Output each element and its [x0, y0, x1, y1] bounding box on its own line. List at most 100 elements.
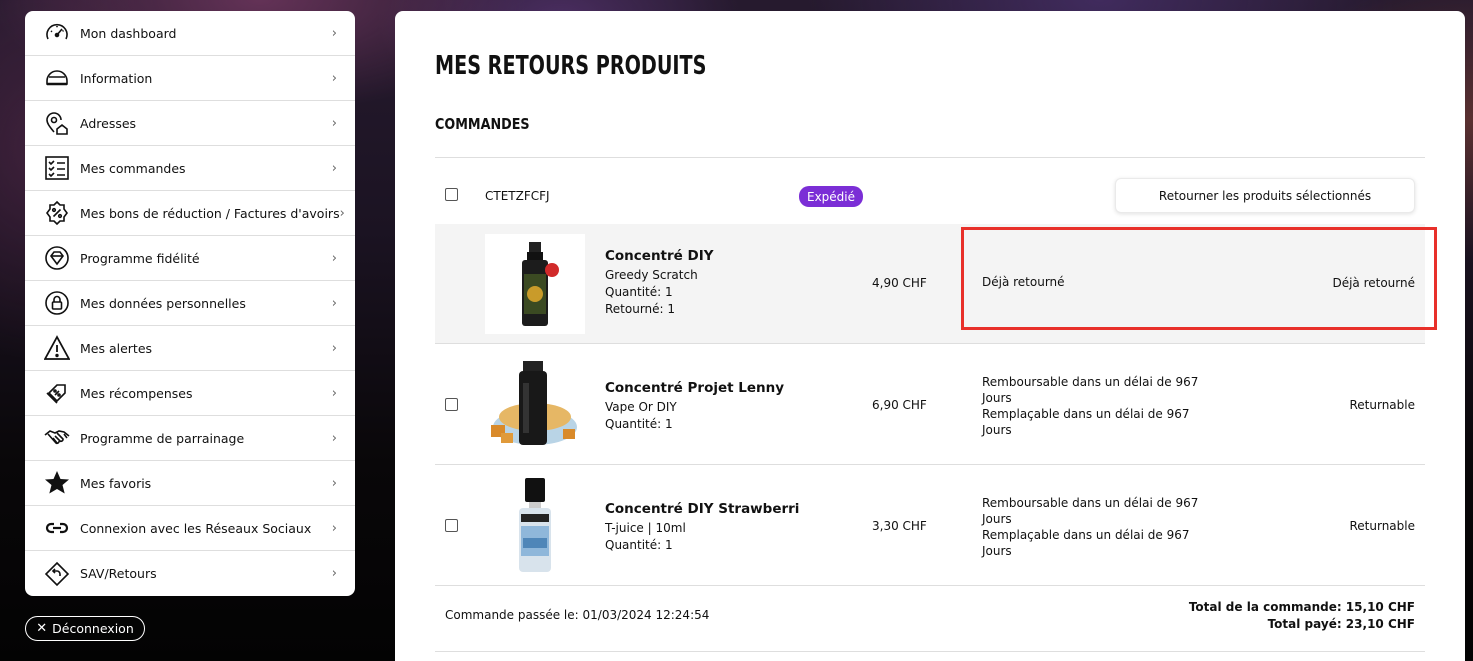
sidebar-item-label: Mes alertes	[80, 340, 153, 356]
logout-label: Déconnexion	[52, 621, 134, 636]
coupon-icon	[44, 380, 70, 406]
product-name[interactable]: Concentré Projet Lenny	[605, 380, 784, 396]
sidebar-item-referral[interactable]: Programme de parrainage ›	[25, 416, 355, 461]
sidebar-item-loyalty[interactable]: Programme fidélité ›	[25, 236, 355, 281]
return-info-line: Jours	[982, 512, 1012, 526]
product-name[interactable]: Concentré DIY Strawberri	[605, 501, 799, 517]
gauge-icon	[44, 20, 70, 46]
return-info: Remboursable dans un délai de 967 Jours …	[982, 374, 1198, 438]
return-info-line: Remboursable dans un délai de 967	[982, 496, 1199, 510]
divider	[435, 464, 1425, 465]
bottle-icon	[491, 361, 577, 445]
product-image	[485, 476, 585, 576]
returns-panel: MES RETOURS PRODUITS COMMANDES CTETZFCFJ…	[395, 11, 1465, 661]
product-brand: Greedy Scratch	[605, 268, 698, 282]
product-price: 6,90 CHF	[872, 398, 927, 412]
return-status: Returnable	[1349, 398, 1415, 412]
return-info: Remboursable dans un délai de 967 Jours …	[982, 495, 1198, 559]
sidebar-item-information[interactable]: Information ›	[25, 56, 355, 101]
product-checkbox[interactable]	[445, 398, 458, 411]
product-quantity: Quantité: 1	[605, 417, 673, 431]
divider	[435, 585, 1425, 586]
product-brand: Vape Or DIY	[605, 400, 677, 414]
product-returned: Retourné: 1	[605, 302, 676, 316]
close-icon: ✕	[36, 621, 48, 636]
sidebar-item-favorites[interactable]: Mes favoris ›	[25, 461, 355, 506]
return-icon	[44, 561, 70, 587]
product-price: 4,90 CHF	[872, 276, 927, 290]
product-row: Concentré DIY Strawberri T-juice | 10ml …	[435, 466, 1425, 586]
return-info-line: Remplaçable dans un délai de 967	[982, 407, 1190, 421]
status-badge: Expédié	[799, 186, 864, 207]
sidebar-item-vouchers[interactable]: Mes bons de réduction / Factures d'avoir…	[25, 191, 355, 236]
bottle-icon	[522, 242, 559, 326]
sidebar-item-label: Mes récompenses	[80, 385, 193, 401]
section-title: COMMANDES	[435, 115, 530, 133]
account-sidebar: Mon dashboard › Information › Adresses ›…	[25, 11, 355, 596]
divider	[435, 343, 1425, 344]
product-quantity: Quantité: 1	[605, 285, 673, 299]
checklist-icon	[44, 155, 70, 181]
order-date: Commande passée le: 01/03/2024 12:24:54	[445, 608, 710, 622]
return-info-line: Jours	[982, 391, 1012, 405]
sidebar-item-personal-data[interactable]: Mes données personnelles ›	[25, 281, 355, 326]
warning-icon	[44, 335, 70, 361]
chevron-right-icon: ›	[331, 70, 337, 86]
product-brand: T-juice | 10ml	[605, 521, 686, 535]
sidebar-item-label: Programme de parrainage	[80, 430, 245, 446]
product-name[interactable]: Concentré DIY	[605, 248, 714, 264]
diamond-icon	[44, 245, 70, 271]
chevron-right-icon: ›	[331, 25, 337, 41]
product-price: 3,30 CHF	[872, 519, 927, 533]
select-all-checkbox[interactable]	[445, 188, 458, 201]
logout-button[interactable]: ✕ Déconnexion	[25, 616, 145, 641]
handshake-icon	[44, 425, 70, 451]
product-checkbox[interactable]	[445, 519, 458, 532]
lock-icon	[44, 290, 70, 316]
order-totals: Total de la commande: 15,10 CHF Total pa…	[1189, 599, 1415, 633]
bottle-icon	[519, 478, 551, 572]
sidebar-item-orders[interactable]: Mes commandes ›	[25, 146, 355, 191]
star-icon	[44, 470, 70, 496]
chevron-right-icon: ›	[331, 160, 337, 176]
return-info-line: Jours	[982, 423, 1012, 437]
paid-total: Total payé: 23,10 CHF	[1267, 617, 1415, 631]
return-selected-button[interactable]: Retourner les produits sélectionnés	[1115, 178, 1415, 213]
sidebar-item-label: Mes données personnelles	[80, 295, 246, 311]
sidebar-item-label: Mes bons de réduction / Factures d'avoir…	[80, 205, 340, 221]
chevron-right-icon: ›	[331, 250, 337, 266]
divider	[435, 651, 1425, 652]
return-info-line: Remplaçable dans un délai de 967	[982, 528, 1190, 542]
chevron-right-icon: ›	[331, 520, 337, 536]
return-info-line: Jours	[982, 544, 1012, 558]
return-status: Returnable	[1349, 519, 1415, 533]
chevron-right-icon: ›	[331, 295, 337, 311]
chevron-right-icon: ›	[331, 566, 337, 581]
sidebar-item-dashboard[interactable]: Mon dashboard ›	[25, 11, 355, 56]
sidebar-item-label: Programme fidélité	[80, 250, 200, 266]
sidebar-item-addresses[interactable]: Adresses ›	[25, 101, 355, 146]
sidebar-item-rewards[interactable]: Mes récompenses ›	[25, 371, 355, 416]
sidebar-item-returns[interactable]: SAV/Retours ›	[25, 551, 355, 596]
page-title: MES RETOURS PRODUITS	[435, 51, 707, 81]
order-total: Total de la commande: 15,10 CHF	[1188, 600, 1415, 614]
return-info-line: Remboursable dans un délai de 967	[982, 375, 1199, 389]
discount-badge-icon	[44, 200, 70, 226]
sidebar-item-label: Mon dashboard	[80, 25, 177, 41]
product-image	[485, 355, 585, 455]
sidebar-item-alerts[interactable]: Mes alertes ›	[25, 326, 355, 371]
product-image	[485, 234, 585, 334]
sidebar-item-label: Information	[80, 70, 153, 86]
chevron-right-icon: ›	[331, 430, 337, 446]
divider	[435, 157, 1425, 158]
chevron-right-icon: ›	[331, 475, 337, 491]
chevron-right-icon: ›	[331, 385, 337, 401]
sidebar-item-label: SAV/Retours	[80, 566, 157, 581]
sidebar-item-label: Connexion avec les Réseaux Sociaux	[80, 520, 312, 536]
chevron-right-icon: ›	[339, 205, 345, 221]
sidebar-item-social-login[interactable]: Connexion avec les Réseaux Sociaux ›	[25, 506, 355, 551]
chevron-right-icon: ›	[331, 340, 337, 356]
chevron-right-icon: ›	[331, 115, 337, 131]
highlight-box	[961, 227, 1437, 330]
sidebar-item-label: Adresses	[80, 115, 137, 131]
